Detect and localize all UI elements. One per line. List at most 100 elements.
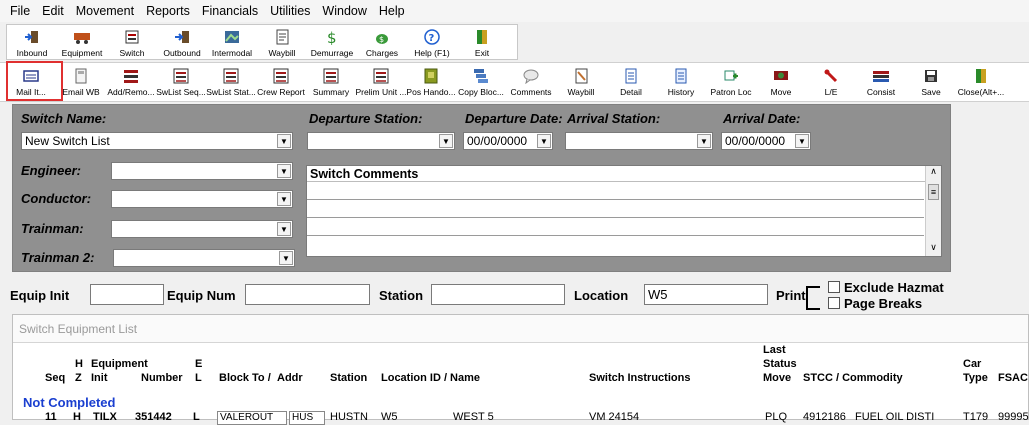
- menu-financials[interactable]: Financials: [196, 0, 264, 22]
- menu-reports[interactable]: Reports: [140, 0, 196, 22]
- svg-text:$: $: [379, 35, 384, 44]
- patron-loc-icon: [722, 68, 740, 84]
- arrival-station-combo[interactable]: ▼: [565, 132, 713, 150]
- scroll-down-icon[interactable]: ∨: [926, 242, 941, 256]
- menu-utilities[interactable]: Utilities: [264, 0, 316, 22]
- exclude-hazmat-label: Exclude Hazmat: [844, 280, 944, 295]
- trainman-combo[interactable]: ▼: [111, 220, 293, 238]
- equip-init-label: Equip Init: [10, 288, 70, 303]
- help-button[interactable]: ? Help (F1): [407, 25, 457, 59]
- intermodal-icon: [223, 29, 241, 45]
- col-addr: Addr: [277, 372, 303, 384]
- switch-header-panel: Switch Name: New Switch List ▼ Departure…: [12, 104, 951, 272]
- le-button[interactable]: L/E: [806, 63, 856, 101]
- chevron-down-icon[interactable]: ▼: [439, 134, 453, 148]
- inbound-icon: [23, 29, 41, 45]
- col-el: E L: [195, 358, 203, 384]
- chevron-down-icon[interactable]: ▼: [795, 134, 809, 148]
- close-button[interactable]: Close(Alt+...: [956, 63, 1006, 101]
- menu-file[interactable]: File: [4, 0, 36, 22]
- exit-icon: [473, 29, 491, 45]
- page-breaks-checkbox[interactable]: [828, 297, 840, 309]
- switch-button[interactable]: Switch: [107, 25, 157, 59]
- chevron-down-icon[interactable]: ▼: [277, 192, 291, 206]
- page-breaks-label: Page Breaks: [844, 296, 923, 311]
- chevron-down-icon[interactable]: ▼: [277, 134, 291, 148]
- detail-button[interactable]: Detail: [606, 63, 656, 101]
- comments-scrollbar[interactable]: ∧ ≡ ∨: [925, 166, 941, 256]
- print-label: Print: [776, 288, 806, 303]
- col-hz: H Z: [75, 358, 83, 384]
- col-car-type: Car Type: [963, 358, 988, 384]
- waybill-icon: [572, 68, 590, 84]
- exit-button[interactable]: Exit: [457, 25, 507, 59]
- move-button[interactable]: Move: [756, 63, 806, 101]
- exclude-hazmat-checkbox[interactable]: [828, 281, 840, 293]
- trainman2-combo[interactable]: ▼: [113, 249, 295, 267]
- arrival-date-field[interactable]: 00/00/0000 ▼: [721, 132, 811, 150]
- location-label: Location: [574, 288, 629, 303]
- engineer-combo[interactable]: ▼: [111, 162, 293, 180]
- copy-block-button[interactable]: Copy Bloc...: [456, 63, 506, 101]
- station-input[interactable]: [431, 284, 565, 305]
- arrival-station-label: Arrival Station:: [567, 111, 661, 126]
- switch-name-combo[interactable]: New Switch List ▼: [21, 132, 293, 150]
- location-input[interactable]: W5: [644, 284, 768, 305]
- chevron-down-icon[interactable]: ▼: [279, 251, 293, 265]
- chevron-down-icon[interactable]: ▼: [277, 164, 291, 178]
- waybill-button[interactable]: Waybill: [257, 25, 307, 59]
- summary-icon: [322, 68, 340, 84]
- main-toolbar: Inbound Equipment Switch Outbound Interm…: [6, 24, 518, 60]
- close-icon: [972, 68, 990, 84]
- col-stcc: STCC / Commodity: [803, 372, 903, 384]
- history-button[interactable]: History: [656, 63, 706, 101]
- switch-name-label: Switch Name:: [21, 111, 107, 126]
- menu-edit[interactable]: Edit: [36, 0, 70, 22]
- addr-input[interactable]: HUS: [289, 411, 325, 425]
- charges-button[interactable]: $ Charges: [357, 25, 407, 59]
- save-button[interactable]: Save: [906, 63, 956, 101]
- waybill-list-button[interactable]: Waybill: [556, 63, 606, 101]
- chevron-down-icon[interactable]: ▼: [697, 134, 711, 148]
- demurrage-button[interactable]: $ Demurrage: [307, 25, 357, 59]
- section-not-completed: Not Completed: [23, 395, 116, 410]
- help-icon: ?: [423, 29, 441, 45]
- equipment-button[interactable]: Equipment: [57, 25, 107, 59]
- switch-comments-box[interactable]: Switch Comments ∧ ≡ ∨: [306, 165, 942, 257]
- departure-date-field[interactable]: 00/00/0000 ▼: [463, 132, 553, 150]
- consist-button[interactable]: Consist: [856, 63, 906, 101]
- patron-loc-button[interactable]: Patron Loc: [706, 63, 756, 101]
- prelim-unit-button[interactable]: Prelim Unit ...: [356, 63, 406, 101]
- email-wb-button[interactable]: Email WB: [56, 63, 106, 101]
- equip-init-input[interactable]: [90, 284, 164, 305]
- intermodal-button[interactable]: Intermodal: [207, 25, 257, 59]
- summary-button[interactable]: Summary: [306, 63, 356, 101]
- conductor-combo[interactable]: ▼: [111, 190, 293, 208]
- scroll-up-icon[interactable]: ∧: [926, 166, 941, 180]
- arrival-date-label: Arrival Date:: [723, 111, 801, 126]
- col-station: Station: [330, 372, 368, 384]
- equip-num-input[interactable]: [245, 284, 370, 305]
- copy-block-icon: [472, 68, 490, 84]
- block-to-input[interactable]: VALEROUT: [217, 411, 287, 425]
- scroll-thumb[interactable]: ≡: [928, 184, 939, 200]
- add-remove-button[interactable]: Add/Remo...: [106, 63, 156, 101]
- inbound-button[interactable]: Inbound: [7, 25, 57, 59]
- swlist-seq-button[interactable]: SwList Seq...: [156, 63, 206, 101]
- col-number: Number: [141, 372, 183, 384]
- crew-report-button[interactable]: Crew Report: [256, 63, 306, 101]
- pos-handout-button[interactable]: Pos Hando...: [406, 63, 456, 101]
- mail-it-highlight: [6, 61, 63, 101]
- chevron-down-icon[interactable]: ▼: [537, 134, 551, 148]
- history-icon: [672, 68, 690, 84]
- menu-movement[interactable]: Movement: [70, 0, 140, 22]
- departure-station-combo[interactable]: ▼: [307, 132, 455, 150]
- menu-window[interactable]: Window: [316, 0, 372, 22]
- consist-icon: [872, 68, 890, 84]
- swlist-stat-button[interactable]: SwList Stat...: [206, 63, 256, 101]
- switch-comments-label: Switch Comments: [307, 166, 941, 182]
- menu-help[interactable]: Help: [373, 0, 411, 22]
- outbound-button[interactable]: Outbound: [157, 25, 207, 59]
- comments-button[interactable]: Comments: [506, 63, 556, 101]
- chevron-down-icon[interactable]: ▼: [277, 222, 291, 236]
